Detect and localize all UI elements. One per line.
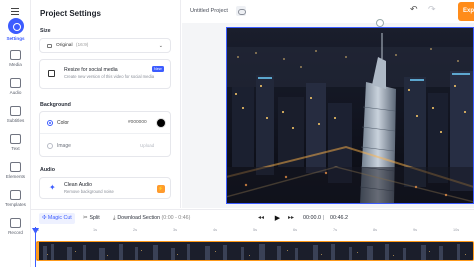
total-time: 00:46.2 — [330, 215, 348, 221]
resize-social-media-button[interactable]: Resize for social media New Create new v… — [39, 59, 171, 89]
tick-label: 4s — [213, 228, 218, 232]
color-radio[interactable] — [47, 120, 53, 126]
sidebar-item-label: Subtitles — [6, 118, 25, 123]
image-radio[interactable] — [47, 143, 53, 149]
panel-title: Project Settings — [40, 9, 101, 18]
sparkle-icon: ✦ — [49, 183, 56, 192]
split-button[interactable]: ✂ Split — [83, 213, 100, 224]
tick-label: 6s — [293, 228, 298, 232]
tick-label: 2s — [133, 228, 138, 232]
tick-label: 10s — [453, 228, 460, 232]
play-button[interactable]: ▶ — [270, 211, 285, 226]
clip-thumbnails — [37, 242, 473, 260]
subtitles-icon — [10, 106, 21, 116]
resize-description: Create new version of this video for soc… — [64, 74, 155, 79]
sidebar-item-label: Text — [11, 146, 20, 151]
video-editor-app: Settings Media Audio Subtitles Text Elem… — [0, 0, 474, 267]
export-button[interactable]: Exp — [458, 2, 474, 21]
audio-section-label: Audio — [40, 167, 56, 173]
project-name[interactable]: Untitled Project — [190, 8, 228, 14]
resize-title: Resize for social media — [64, 67, 118, 73]
sidebar-item-subtitles[interactable]: Subtitles — [0, 104, 31, 130]
clean-audio-button[interactable]: ✦ Clean Audio Remove background noise ⚡ — [39, 177, 171, 199]
new-badge: New — [152, 66, 164, 72]
sidebar-item-label: Audio — [9, 90, 22, 95]
tick-label: 8s — [373, 228, 378, 232]
magic-cut-label: Magic Cut — [47, 215, 72, 221]
settings-icon — [7, 18, 24, 34]
upload-button[interactable]: Upload — [140, 143, 154, 148]
bolt-icon: ⚡ — [157, 185, 165, 193]
sidebar-item-audio[interactable]: Audio — [0, 76, 31, 102]
sidebar-item-label: Elements — [5, 174, 26, 179]
hamburger-menu-icon[interactable] — [11, 8, 19, 15]
tick-label: 9s — [413, 228, 418, 232]
templates-icon — [10, 190, 21, 200]
record-icon — [10, 218, 21, 228]
clean-audio-title: Clean Audio — [64, 182, 92, 188]
background-color-option[interactable]: Color #000000 — [40, 112, 170, 134]
sidebar-item-text[interactable]: Text — [0, 132, 31, 158]
skip-back-icon[interactable]: ◂◂ — [258, 214, 264, 223]
current-time: 00:00.0 — [303, 215, 321, 221]
chevron-down-icon: ⌄ — [158, 43, 163, 49]
resize-icon — [48, 70, 55, 77]
sidebar-item-label: Templates — [5, 202, 26, 207]
undo-icon[interactable]: ↶ — [410, 5, 418, 14]
download-section-button[interactable]: ⤓ Download Section (0:00 - 0:46) — [113, 213, 190, 224]
sidebar-item-label: Media — [9, 62, 22, 67]
elements-icon — [10, 162, 21, 172]
background-image-option[interactable]: Image Upload — [40, 135, 170, 157]
time-separator: | — [323, 215, 325, 221]
download-range: (0:00 - 0:46) — [161, 215, 191, 221]
rotate-handle[interactable] — [376, 19, 384, 27]
project-settings-panel: Project Settings Size Original (16:9) ⌄ … — [31, 0, 181, 208]
size-select[interactable]: Original (16:9) ⌄ — [39, 38, 171, 53]
canvas-area — [182, 19, 474, 208]
image-label: Image — [57, 143, 71, 149]
split-label: Split — [89, 215, 100, 221]
tick-label: 7s — [333, 228, 338, 232]
scissors-icon: ✂ — [83, 215, 88, 221]
size-section-label: Size — [40, 28, 51, 34]
sidebar-item-media[interactable]: Media — [0, 48, 31, 74]
cloud-save-icon[interactable] — [236, 6, 246, 16]
sidebar-item-label: Settings — [6, 36, 25, 41]
audio-icon — [10, 78, 21, 88]
skip-forward-icon[interactable]: ▸▸ — [288, 214, 294, 223]
background-options: Color #000000 Image Upload — [39, 111, 171, 157]
media-icon — [10, 50, 21, 60]
sidebar: Settings Media Audio Subtitles Text Elem… — [0, 0, 31, 267]
magic-cut-button[interactable]: ✣ Magic Cut — [39, 213, 75, 224]
tick-label: 1s — [93, 228, 98, 232]
size-value: Original — [56, 43, 73, 48]
clean-audio-description: Remove background noise — [64, 189, 114, 194]
color-swatch[interactable] — [156, 118, 166, 128]
redo-icon[interactable]: ↷ — [428, 5, 436, 14]
selection-frame — [226, 27, 474, 204]
color-hex-value[interactable]: #000000 — [128, 120, 147, 125]
video-clip-track[interactable] — [36, 241, 474, 261]
aspect-ratio-icon — [47, 44, 52, 48]
color-label: Color — [57, 120, 69, 126]
sidebar-item-label: Record — [8, 230, 23, 235]
sidebar-item-elements[interactable]: Elements — [0, 160, 31, 186]
tick-label: 3s — [173, 228, 178, 232]
top-bar: Untitled Project ↶ ↷ Exp — [182, 0, 474, 23]
timeline[interactable]: 0s 1s 2s 3s 4s 5s 6s 7s 8s 9s 10s — [31, 227, 474, 267]
download-label: Download Section — [117, 215, 161, 221]
download-icon: ⤓ — [113, 215, 116, 221]
clip-trim-handle[interactable] — [37, 242, 39, 260]
sidebar-item-record[interactable]: Record — [0, 216, 31, 242]
sidebar-item-templates[interactable]: Templates — [0, 188, 31, 214]
timeline-toolbar: ✣ Magic Cut ✂ Split ⤓ Download Section (0:… — [31, 209, 474, 227]
tick-label: 5s — [253, 228, 258, 232]
sidebar-item-settings[interactable]: Settings — [0, 18, 31, 44]
size-ratio: (16:9) — [75, 43, 89, 48]
background-section-label: Background — [40, 102, 71, 108]
timeline-ruler[interactable]: 0s 1s 2s 3s 4s 5s 6s 7s 8s 9s 10s — [31, 227, 474, 237]
text-icon — [10, 134, 21, 144]
